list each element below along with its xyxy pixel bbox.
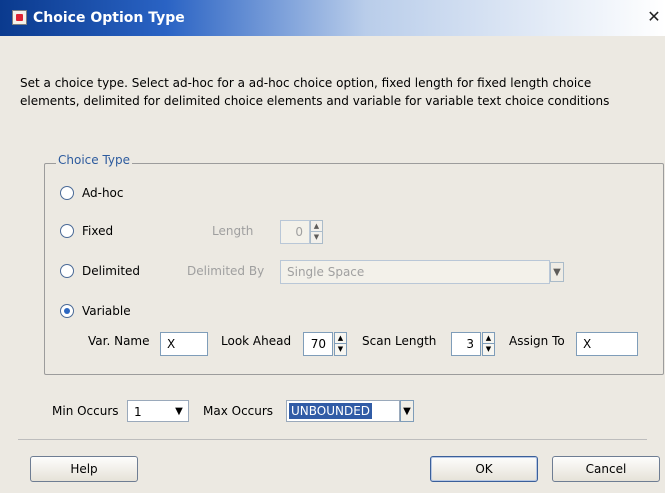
length-stepper[interactable]: ▲ ▼ — [310, 220, 323, 244]
help-button-label: Help — [70, 462, 98, 476]
radio-adhoc-button[interactable] — [60, 186, 74, 200]
help-button[interactable]: Help — [30, 456, 138, 482]
look-ahead-down-icon[interactable]: ▼ — [335, 344, 346, 355]
ok-button[interactable]: OK — [430, 456, 538, 482]
var-name-label: Var. Name — [88, 334, 150, 348]
cancel-button[interactable]: Cancel — [552, 456, 660, 482]
radio-variable-button[interactable] — [60, 304, 74, 318]
radio-fixed[interactable]: Fixed — [60, 224, 113, 238]
delimited-by-label: Delimited By — [187, 264, 265, 278]
delimited-dropdown-icon[interactable]: ▼ — [550, 262, 564, 282]
max-occurs-select[interactable]: UNBOUNDED — [286, 400, 400, 422]
look-ahead-label: Look Ahead — [221, 334, 292, 348]
radio-variable-label: Variable — [82, 304, 131, 318]
cancel-button-label: Cancel — [585, 462, 627, 476]
max-occurs-value: UNBOUNDED — [289, 403, 373, 419]
var-name-field[interactable]: X — [160, 332, 208, 356]
length-up-icon[interactable]: ▲ — [311, 221, 322, 232]
radio-delimited-button[interactable] — [60, 264, 74, 278]
radio-fixed-label: Fixed — [82, 224, 114, 238]
description-text: Set a choice type. Select ad-hoc for a a… — [20, 76, 610, 108]
scan-length-field[interactable]: 3 — [451, 332, 481, 356]
app-icon — [12, 10, 27, 25]
look-ahead-field[interactable]: 70 — [303, 332, 333, 356]
radio-adhoc-label: Ad-hoc — [82, 186, 124, 200]
ok-button-label: OK — [475, 462, 493, 476]
length-label: Length — [212, 224, 254, 238]
radio-fixed-button[interactable] — [60, 224, 74, 238]
radio-delimited[interactable]: Delimited — [60, 264, 140, 278]
scan-length-label: Scan Length — [362, 334, 437, 348]
scan-length-down-icon[interactable]: ▼ — [483, 344, 494, 355]
radio-variable[interactable]: Variable — [60, 304, 131, 318]
title-bar: Choice Option Type ✕ — [0, 0, 665, 36]
delimited-by-select[interactable]: Single Space — [280, 260, 550, 284]
max-occurs-label: Max Occurs — [203, 404, 274, 418]
length-down-icon[interactable]: ▼ — [311, 232, 322, 243]
look-ahead-stepper[interactable]: ▲ ▼ — [334, 332, 347, 356]
max-occurs-dropdown-icon[interactable]: ▼ — [400, 400, 414, 422]
close-icon[interactable]: ✕ — [645, 8, 663, 26]
window-title: Choice Option Type — [33, 10, 185, 26]
scan-length-stepper[interactable]: ▲ ▼ — [482, 332, 495, 356]
assign-to-field[interactable]: X — [576, 332, 638, 356]
scan-length-up-icon[interactable]: ▲ — [483, 333, 494, 344]
length-field[interactable]: 0 — [280, 220, 310, 244]
min-occurs-label: Min Occurs — [52, 404, 119, 418]
radio-delimited-label: Delimited — [82, 264, 141, 278]
assign-to-label: Assign To — [509, 334, 565, 348]
radio-adhoc[interactable]: Ad-hoc — [60, 186, 124, 200]
look-ahead-up-icon[interactable]: ▲ — [335, 333, 346, 344]
footer-separator — [18, 439, 647, 440]
min-occurs-dropdown-icon[interactable]: ▼ — [172, 401, 186, 421]
choice-type-legend: Choice Type — [56, 153, 133, 167]
choice-option-type-dialog: Choice Option Type ✕ Set a choice type. … — [0, 0, 665, 493]
